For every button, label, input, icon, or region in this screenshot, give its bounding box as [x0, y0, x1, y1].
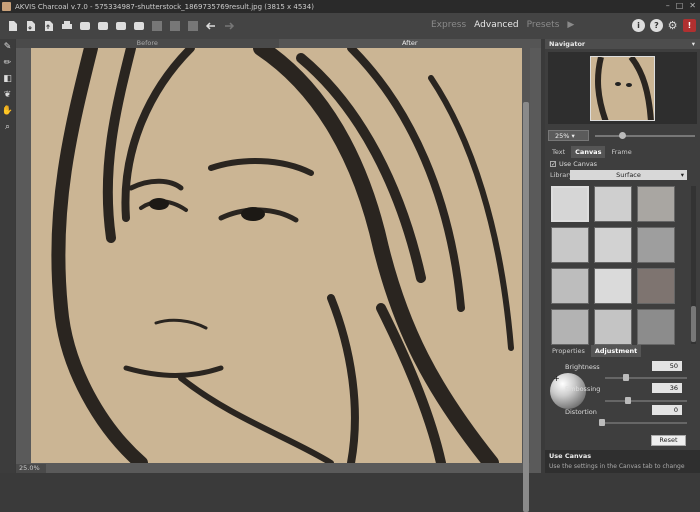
chevron-down-icon: ▾	[680, 171, 684, 179]
texture-swatch[interactable]	[594, 227, 632, 263]
main-toolbar	[0, 13, 700, 39]
print-icon[interactable]	[60, 20, 73, 33]
eraser-tool-icon[interactable]: ◧	[0, 71, 15, 87]
play-icon[interactable]: ▶	[567, 20, 574, 30]
preferences-icon[interactable]	[96, 20, 109, 33]
tab-text[interactable]: Text	[548, 146, 569, 158]
hint-panel: Use Canvas Use the settings in the Canva…	[545, 450, 700, 473]
use-canvas-label: Use Canvas	[559, 160, 598, 168]
reset-button[interactable]: Reset	[651, 435, 686, 446]
tab-after[interactable]: After	[278, 39, 541, 48]
brightness-field[interactable]: 50	[652, 361, 682, 371]
texture-swatch[interactable]	[551, 309, 589, 345]
hint-title: Use Canvas	[549, 452, 592, 460]
akvis-logo-icon[interactable]: !	[683, 19, 696, 32]
navigator-header: Navigator ▾	[545, 39, 700, 49]
brightness-slider[interactable]	[605, 374, 687, 381]
cancel-icon[interactable]	[186, 20, 199, 33]
texture-swatch[interactable]	[594, 309, 632, 345]
share-icon[interactable]	[114, 20, 127, 33]
texture-swatch[interactable]	[551, 186, 589, 222]
open-file-icon[interactable]	[6, 20, 19, 33]
navigator-title: Navigator	[549, 40, 586, 48]
run-icon[interactable]	[150, 20, 163, 33]
mode-presets[interactable]: Presets	[527, 20, 560, 30]
navigator-thumbnail	[590, 56, 655, 121]
info-icon[interactable]: i	[632, 19, 645, 32]
charcoal-result-image	[31, 48, 526, 463]
distortion-slider[interactable]	[599, 419, 687, 426]
texture-swatch[interactable]	[551, 227, 589, 263]
texture-swatch[interactable]	[551, 268, 589, 304]
hint-text: Use the settings in the Canvas tab to ch…	[549, 463, 685, 470]
zoom-readout: 25.0%	[16, 464, 46, 473]
zoom-tool-icon[interactable]: ⌕	[0, 119, 15, 135]
brightness-label: Brightness	[565, 363, 600, 371]
compare-icon[interactable]	[132, 20, 145, 33]
texture-swatch[interactable]	[637, 227, 675, 263]
texture-swatch[interactable]	[637, 309, 675, 345]
app-icon	[2, 2, 11, 11]
title-bar: AKVIS Charcoal v.7.0 - 575334987-shutter…	[0, 0, 700, 13]
apply-icon[interactable]	[168, 20, 181, 33]
distortion-field[interactable]: 0	[652, 405, 682, 415]
tab-canvas[interactable]: Canvas	[571, 146, 606, 158]
zoom-dropdown[interactable]: 25% ▾	[548, 130, 589, 141]
image-workspace[interactable]	[16, 48, 541, 473]
vertical-scrollbar[interactable]	[522, 48, 530, 512]
use-canvas-checkbox[interactable]: ✓ Use Canvas	[550, 160, 597, 168]
mode-express[interactable]: Express	[431, 20, 466, 30]
smudge-tool-icon[interactable]: ❦	[0, 87, 15, 103]
tab-properties[interactable]: Properties	[548, 345, 589, 357]
tab-adjustment[interactable]: Adjustment	[590, 345, 642, 357]
window-title: AKVIS Charcoal v.7.0 - 575334987-shutter…	[15, 2, 314, 11]
tab-before[interactable]: Before	[16, 39, 279, 48]
view-tabs: Before After	[16, 39, 541, 48]
navigator-preview[interactable]	[548, 52, 697, 124]
chevron-down-icon: ▾	[571, 132, 575, 140]
hand-tool-icon[interactable]: ✋	[0, 103, 15, 119]
batch-icon[interactable]	[78, 20, 91, 33]
maximize-icon[interactable]: □	[676, 1, 684, 10]
library-select[interactable]: Surface ▾	[570, 170, 687, 180]
zoom-slider[interactable]	[595, 132, 695, 139]
distortion-label: Distortion	[565, 408, 597, 416]
texture-swatch[interactable]	[594, 268, 632, 304]
close-icon[interactable]: ✕	[689, 1, 696, 10]
tools-panel: ✎ ✏ ◧ ❦ ✋ ⌕	[0, 39, 15, 473]
texture-swatch[interactable]	[637, 186, 675, 222]
mode-advanced[interactable]: Advanced	[474, 20, 518, 30]
settings-gear-icon[interactable]: ⚙	[666, 19, 679, 32]
pencil-tool-icon[interactable]: ✏	[0, 55, 15, 71]
library-value: Surface	[616, 171, 641, 179]
texture-grid	[551, 186, 689, 345]
save-icon[interactable]	[24, 20, 37, 33]
export-icon[interactable]	[42, 20, 55, 33]
checkmark-icon: ✓	[550, 161, 557, 168]
light-source-marker[interactable]: +	[553, 374, 560, 383]
texture-scrollbar[interactable]	[691, 186, 696, 344]
chevron-down-icon[interactable]: ▾	[692, 39, 695, 49]
embossing-label: Embossing	[565, 385, 601, 393]
tab-frame[interactable]: Frame	[607, 146, 635, 158]
zoom-value: 25%	[555, 132, 570, 140]
undo-icon[interactable]	[204, 20, 217, 33]
minimize-icon[interactable]: –	[666, 1, 670, 10]
texture-swatch[interactable]	[594, 186, 632, 222]
embossing-slider[interactable]	[605, 397, 687, 404]
settings-panel: Navigator ▾ 25% ▾ Text Canvas Frame ✓ Use …	[545, 39, 700, 473]
redo-icon[interactable]	[222, 20, 235, 33]
texture-swatch[interactable]	[637, 268, 675, 304]
help-icon[interactable]: ?	[650, 19, 663, 32]
brush-tool-icon[interactable]: ✎	[0, 39, 15, 55]
embossing-field[interactable]: 36	[652, 383, 682, 393]
